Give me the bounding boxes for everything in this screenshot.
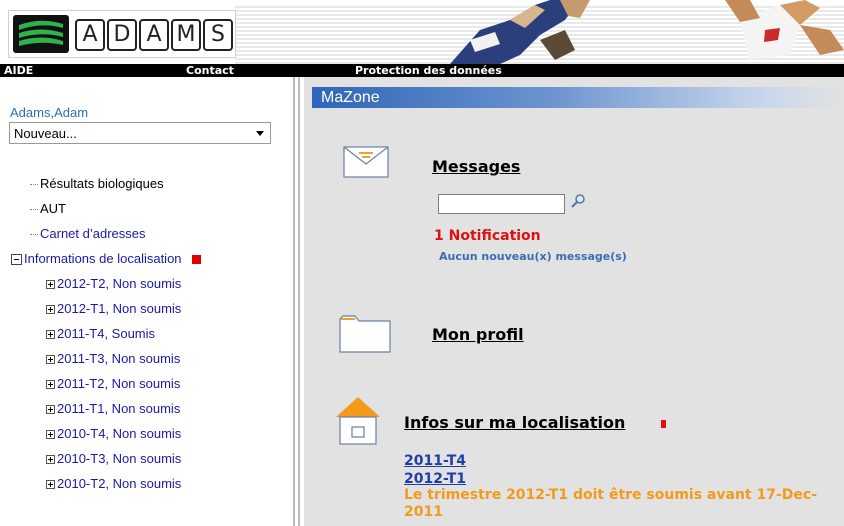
expand-plus-icon[interactable] xyxy=(46,455,55,465)
main-content: MaZone Messages 1 Notification Aucun nou… xyxy=(304,77,844,526)
top-nav-bar: AIDE Contact Protection des données xyxy=(0,64,844,77)
expand-plus-icon[interactable] xyxy=(46,280,55,290)
expand-plus-icon[interactable] xyxy=(46,405,55,415)
alert-square-icon xyxy=(191,255,201,265)
chevron-down-icon xyxy=(256,131,264,136)
messages-title-link[interactable]: Messages xyxy=(432,157,520,176)
logo-letters: A D A M S xyxy=(75,19,233,51)
tree-item-label: 2010-T3, Non soumis xyxy=(57,451,182,466)
tree-item-label: Informations de localisation xyxy=(24,251,182,266)
logo-letter: M xyxy=(171,19,201,51)
tree-item-quarter[interactable]: 2011-T2, Non soumis xyxy=(46,376,180,392)
location-link-2011-t4[interactable]: 2011-T4 xyxy=(404,453,466,469)
expand-plus-icon[interactable] xyxy=(46,355,55,365)
adams-logo: A D A M S xyxy=(8,10,236,58)
nav-privacy-link[interactable]: Protection des données xyxy=(355,64,502,77)
tree-connector xyxy=(30,209,38,211)
collapse-icon[interactable] xyxy=(11,254,22,266)
divider-line xyxy=(298,77,300,526)
tree-item-quarter[interactable]: 2011-T1, Non soumis xyxy=(46,401,180,417)
tree-item-label: AUT xyxy=(40,201,66,216)
house-icon[interactable] xyxy=(334,395,382,445)
tree-item-quarter[interactable]: 2011-T3, Non soumis xyxy=(46,351,180,367)
logo-mark-icon xyxy=(13,15,69,53)
no-messages-link[interactable]: Aucun nouveau(x) message(s) xyxy=(439,250,627,263)
divider-line xyxy=(293,77,295,526)
deadline-notice: Le trimestre 2012-T1 doit être soumis av… xyxy=(404,487,817,520)
logo-letter: A xyxy=(75,19,105,51)
zone-title-bar: MaZone xyxy=(312,87,844,108)
envelope-icon[interactable] xyxy=(343,146,389,178)
notification-count[interactable]: 1 Notification xyxy=(434,228,541,244)
panel-divider[interactable] xyxy=(292,77,304,526)
tree-item-label: Carnet d’adresses xyxy=(40,226,146,241)
tree-item-label: 2011-T2, Non soumis xyxy=(57,376,181,391)
logo-letter: D xyxy=(107,19,137,51)
folder-icon[interactable] xyxy=(339,313,391,353)
expand-plus-icon[interactable] xyxy=(46,430,55,440)
tree-connector xyxy=(30,234,38,236)
message-search-input[interactable] xyxy=(438,194,565,214)
location-link-2012-t1[interactable]: 2012-T1 xyxy=(404,471,466,487)
user-name-link[interactable]: Adams,Adam xyxy=(10,105,88,120)
logo-letter: S xyxy=(203,19,233,51)
nav-contact-link[interactable]: Contact xyxy=(186,64,234,77)
tree-connector xyxy=(30,184,38,186)
tree-item-label: 2010-T4, Non soumis xyxy=(57,426,182,441)
tree-item-quarter[interactable]: 2011-T4, Soumis xyxy=(46,326,155,342)
tree-item-quarter[interactable]: 2012-T2, Non soumis xyxy=(46,276,181,292)
profile-title-link[interactable]: Mon profil xyxy=(432,325,524,344)
select-value: Nouveau... xyxy=(14,126,77,141)
search-icon[interactable] xyxy=(570,193,586,209)
alert-dot-icon xyxy=(661,420,666,428)
location-title-link[interactable]: Infos sur ma localisation xyxy=(404,413,625,432)
expand-plus-icon[interactable] xyxy=(46,480,55,490)
tree-item-quarter[interactable]: 2010-T2, Non soumis xyxy=(46,476,181,492)
athlete-hurdler-image xyxy=(450,0,590,64)
tree-item-bio-results[interactable]: Résultats biologiques xyxy=(30,176,164,192)
tree-item-label: 2012-T1, Non soumis xyxy=(57,301,182,316)
new-action-select[interactable]: Nouveau... xyxy=(9,122,271,144)
athlete-runner-image xyxy=(725,0,844,60)
tree-item-quarter[interactable]: 2012-T1, Non soumis xyxy=(46,301,181,317)
tree-item-label: Résultats biologiques xyxy=(40,176,164,191)
expand-plus-icon[interactable] xyxy=(46,305,55,315)
header-banner: A D A M S xyxy=(0,0,844,64)
logo-letter: A xyxy=(139,19,169,51)
tree-item-quarter[interactable]: 2010-T3, Non soumis xyxy=(46,451,181,467)
zone-title: MaZone xyxy=(321,89,380,106)
tree-item-label: 2011-T1, Non soumis xyxy=(57,401,181,416)
tree-item-quarter[interactable]: 2010-T4, Non soumis xyxy=(46,426,181,442)
tree-item-label: 2011-T3, Non soumis xyxy=(57,351,181,366)
expand-plus-icon[interactable] xyxy=(46,380,55,390)
left-sidebar: Adams,Adam Nouveau... Résultats biologiq… xyxy=(0,77,292,526)
tree-item-label: 2011-T4, Soumis xyxy=(57,326,156,341)
nav-help-link[interactable]: AIDE xyxy=(4,64,33,77)
tree-item-address-book[interactable]: Carnet d’adresses xyxy=(30,226,146,242)
expand-plus-icon[interactable] xyxy=(46,330,55,340)
tree-item-aut[interactable]: AUT xyxy=(30,201,66,217)
tree-item-label: 2010-T2, Non soumis xyxy=(57,476,182,491)
tree-item-location-info[interactable]: Informations de localisation xyxy=(11,251,201,267)
tree-item-label: 2012-T2, Non soumis xyxy=(57,276,182,291)
